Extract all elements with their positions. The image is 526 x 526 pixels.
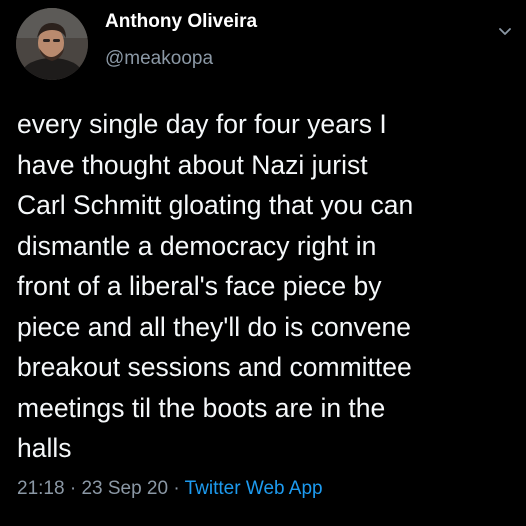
- chevron-down-icon[interactable]: [496, 22, 514, 40]
- tweet-text: every single day for four years I have t…: [17, 104, 517, 469]
- tweet-text-line: have thought about Nazi jurist: [17, 149, 368, 180]
- tweet-text-line: front of a liberal's face piece by: [17, 271, 382, 301]
- tweet-text-line: dismantle a democracy right in: [17, 230, 377, 261]
- source-app-link[interactable]: Twitter Web App: [185, 478, 323, 499]
- tweet-text-line: Carl Schmitt gloating that you can: [17, 190, 414, 220]
- author-handle[interactable]: @meakoopa: [105, 48, 213, 70]
- tweet-text-line: breakout sessions and committee: [17, 352, 412, 382]
- tweet-text-line: every single day for four years I: [17, 109, 387, 139]
- author-display-name[interactable]: Anthony Oliveira: [105, 11, 257, 33]
- tweet-text-line: halls: [17, 433, 72, 463]
- separator-dot: ·: [173, 478, 180, 499]
- tweet-metadata: 21:18 · 23 Sep 20 · Twitter Web App: [17, 478, 323, 500]
- tweet-date[interactable]: 23 Sep 20: [81, 478, 168, 499]
- tweet-text-line: meetings til the boots are in the: [17, 392, 386, 423]
- tweet-card: Anthony Oliveira @meakoopa every single …: [0, 0, 526, 526]
- avatar-image: [16, 8, 88, 80]
- tweet-time[interactable]: 21:18: [17, 478, 65, 499]
- separator-dot: ·: [69, 478, 77, 499]
- avatar[interactable]: [16, 8, 88, 80]
- tweet-text-line: piece and all they'll do is convene: [17, 311, 411, 342]
